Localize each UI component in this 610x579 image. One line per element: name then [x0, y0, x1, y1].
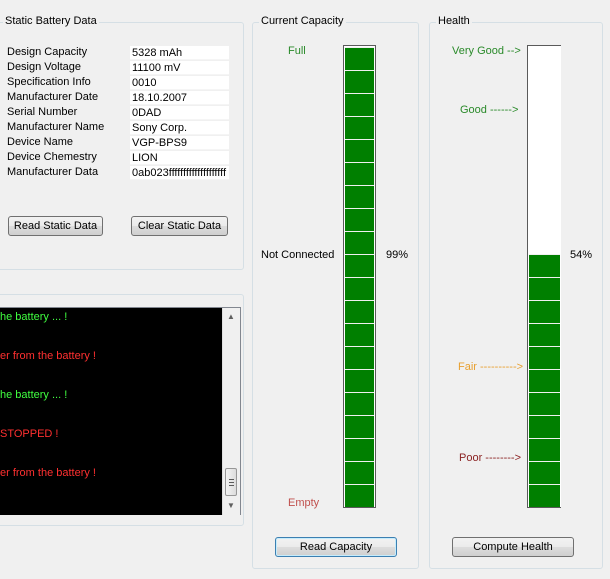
log-line: STOPPED ! — [0, 428, 59, 440]
log-line: er from the battery ! — [0, 350, 96, 362]
bar-segment — [345, 346, 374, 369]
capacity-bar — [343, 45, 376, 508]
field-label: Device Name — [7, 136, 74, 148]
bar-segment — [345, 461, 374, 484]
bar-segment — [529, 484, 560, 507]
scroll-up-icon[interactable]: ▲ — [227, 312, 235, 321]
field-label: Specification Info — [7, 76, 91, 88]
field-value[interactable]: 0ab023ffffffffffffffffffff — [130, 166, 229, 180]
field-label: Manufacturer Date — [7, 91, 99, 103]
bar-segment — [345, 116, 374, 139]
health-very-good-label: Very Good --> — [452, 45, 521, 57]
field-value[interactable]: 11100 mV — [130, 61, 229, 75]
health-poor-label: Poor --------> — [459, 452, 522, 464]
field-value[interactable]: Sony Corp. — [130, 121, 229, 135]
bar-segment — [529, 323, 560, 346]
health-title: Health — [436, 15, 472, 27]
field-value[interactable]: 18.10.2007 — [130, 91, 229, 105]
bar-segment — [345, 93, 374, 116]
bar-segment — [345, 231, 374, 254]
field-label: Design Capacity — [7, 46, 88, 58]
log-line: he battery ... ! — [0, 311, 68, 323]
connection-status: Not Connected — [261, 249, 335, 261]
bar-segment — [345, 484, 374, 507]
bar-segment — [529, 461, 560, 484]
read-capacity-button[interactable]: Read Capacity — [275, 537, 397, 557]
log-scrollbar[interactable]: ▲ ▼ — [222, 308, 240, 515]
log-line: er from the battery ! — [0, 467, 96, 479]
static-battery-data-title: Static Battery Data — [3, 15, 99, 27]
bar-segment — [529, 254, 560, 277]
field-label: Manufacturer Name — [7, 121, 105, 133]
bar-segment — [345, 392, 374, 415]
bar-segment — [529, 438, 560, 461]
bar-segment — [345, 438, 374, 461]
health-fair-label: Fair ----------> — [458, 361, 524, 373]
field-label: Serial Number — [7, 106, 78, 118]
capacity-empty-label: Empty — [288, 497, 320, 509]
health-percent: 54% — [570, 249, 593, 261]
clear-static-data-button[interactable]: Clear Static Data — [131, 216, 228, 236]
field-label: Device Chemestry — [7, 151, 97, 163]
field-value[interactable]: 0010 — [130, 76, 229, 90]
grip-line-icon — [229, 479, 234, 480]
health-bar — [527, 45, 561, 508]
bar-segment — [345, 139, 374, 162]
bar-segment — [529, 277, 560, 300]
bar-segment — [345, 277, 374, 300]
bar-segment — [529, 415, 560, 438]
capacity-percent: 99% — [386, 249, 409, 261]
bar-segment — [345, 208, 374, 231]
field-value[interactable]: 0DAD — [130, 106, 229, 120]
capacity-full-label: Full — [288, 45, 306, 57]
scroll-thumb[interactable] — [225, 468, 237, 496]
scroll-down-icon[interactable]: ▼ — [227, 501, 235, 510]
bar-segment — [345, 323, 374, 346]
log-line: he battery ... ! — [0, 389, 68, 401]
current-capacity-title: Current Capacity — [259, 15, 346, 27]
bar-segment — [345, 254, 374, 277]
field-label: Design Voltage — [7, 61, 81, 73]
capacity-fill — [344, 47, 375, 507]
bar-segment — [345, 70, 374, 93]
bar-segment — [345, 47, 374, 70]
grip-line-icon — [229, 485, 234, 486]
bar-segment — [345, 162, 374, 185]
read-static-data-button[interactable]: Read Static Data — [8, 216, 103, 236]
field-value[interactable]: VGP-BPS9 — [130, 136, 229, 150]
compute-health-button[interactable]: Compute Health — [452, 537, 574, 557]
field-value[interactable]: LION — [130, 151, 229, 165]
field-label: Manufacturer Data — [7, 166, 99, 178]
field-value[interactable]: 5328 mAh — [130, 46, 229, 60]
log-console[interactable]: he battery ... ! er from the battery ! he … — [0, 307, 241, 515]
bar-segment — [345, 300, 374, 323]
bar-segment — [529, 369, 560, 392]
bar-segment — [529, 346, 560, 369]
bar-segment — [529, 300, 560, 323]
bar-segment — [345, 415, 374, 438]
grip-line-icon — [229, 482, 234, 483]
bar-segment — [345, 369, 374, 392]
bar-segment — [345, 185, 374, 208]
bar-segment — [529, 392, 560, 415]
health-good-label: Good ------> — [460, 104, 519, 116]
health-fill — [528, 254, 561, 507]
current-capacity-group — [252, 22, 419, 569]
